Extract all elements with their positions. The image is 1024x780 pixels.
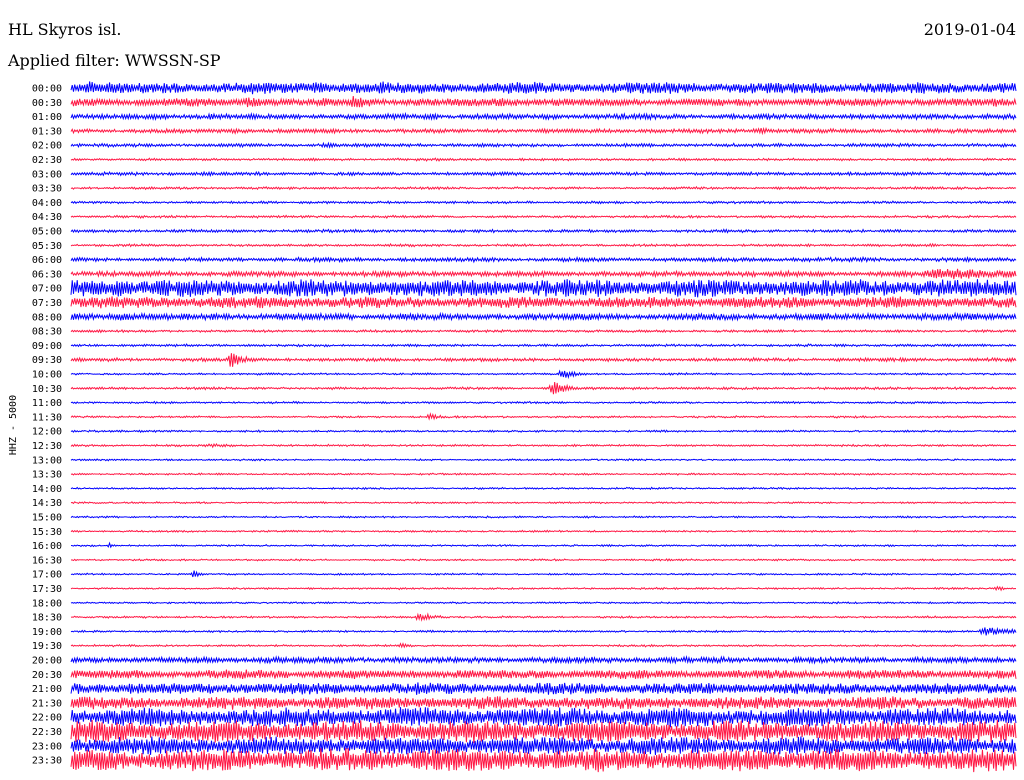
time-label: 17:00: [32, 570, 62, 581]
time-label: 09:30: [32, 355, 62, 366]
seismogram-trace: [70, 501, 1017, 505]
time-label: 18:30: [32, 613, 62, 624]
seismogram-trace: [70, 655, 1017, 665]
helicorder-plot: 00:00 00:30 01:00 01:30 02:00 02:30 03:00 03:30…: [8, 81, 1017, 773]
time-label: 11:30: [32, 412, 62, 423]
seismogram-trace: [70, 369, 1017, 380]
seismogram-trace: [70, 472, 1017, 476]
time-label: 13:00: [32, 455, 62, 466]
time-label: 14:00: [32, 484, 62, 495]
trace-group: [70, 81, 1017, 773]
seismogram-trace: [70, 682, 1017, 695]
time-label: 18:00: [32, 598, 62, 609]
time-label: 20:00: [32, 656, 62, 667]
time-label: 17:30: [32, 584, 62, 595]
seismogram-trace: [70, 541, 1017, 549]
seismogram-trace: [70, 170, 1017, 178]
seismogram-trace: [70, 111, 1017, 122]
seismogram-trace: [70, 515, 1017, 519]
time-label: 08:30: [32, 327, 62, 338]
time-label: 22:00: [32, 713, 62, 724]
seismogram-trace: [70, 228, 1017, 234]
seismogram-trace: [70, 141, 1017, 149]
time-label: 07:30: [32, 298, 62, 309]
time-label: 05:30: [32, 241, 62, 252]
time-label: 21:00: [32, 684, 62, 695]
time-label: 06:00: [32, 255, 62, 266]
time-label: 01:00: [32, 112, 62, 123]
seismogram-trace: [70, 382, 1017, 395]
time-label: 07:00: [32, 284, 62, 295]
time-label: 22:30: [32, 727, 62, 738]
channel-label: HHZ - 5000: [8, 395, 19, 455]
time-label: 01:30: [32, 126, 62, 137]
seismogram-trace: [70, 486, 1017, 491]
seismogram-trace: [70, 696, 1017, 710]
time-label: 13:30: [32, 470, 62, 481]
seismogram-trace: [70, 400, 1017, 405]
time-label-group: 00:00 00:30 01:00 01:30 02:00 02:30 03:00 03:30…: [32, 84, 62, 767]
seismogram-trace: [70, 200, 1017, 205]
time-label: 04:30: [32, 212, 62, 223]
time-label: 23:00: [32, 741, 62, 752]
time-label: 21:30: [32, 698, 62, 709]
seismogram-trace: [70, 157, 1017, 162]
seismogram-trace: [70, 255, 1017, 264]
seismogram-trace: [70, 343, 1017, 348]
time-label: 05:00: [32, 227, 62, 238]
time-label: 10:00: [32, 370, 62, 381]
time-label: 20:30: [32, 670, 62, 681]
time-label: 03:30: [32, 184, 62, 195]
seismogram-trace: [70, 429, 1017, 434]
time-label: 06:30: [32, 269, 62, 280]
seismogram-trace: [70, 296, 1017, 309]
seismogram-trace: [70, 185, 1017, 191]
seismogram-trace: [70, 600, 1017, 605]
seismogram-trace: [70, 626, 1017, 636]
time-label: 02:30: [32, 155, 62, 166]
time-label: 16:00: [32, 541, 62, 552]
time-label: 11:00: [32, 398, 62, 409]
seismogram-trace: [70, 279, 1017, 298]
time-label: 04:00: [32, 198, 62, 209]
seismogram-trace: [70, 268, 1017, 280]
seismogram-trace: [70, 311, 1017, 322]
seismogram-trace: [70, 96, 1017, 108]
seismogram-trace: [70, 458, 1017, 462]
seismogram-trace: [70, 126, 1017, 136]
seismogram-trace: [70, 442, 1017, 449]
seismogram-trace: [70, 529, 1017, 534]
seismogram-trace: [70, 558, 1017, 562]
time-label: 23:30: [32, 756, 62, 767]
time-label: 12:00: [32, 427, 62, 438]
seismogram-trace: [70, 412, 1017, 421]
time-label: 08:00: [32, 312, 62, 323]
time-label: 03:00: [32, 169, 62, 180]
seismogram-trace: [70, 669, 1017, 680]
time-label: 15:30: [32, 527, 62, 538]
time-label: 12:30: [32, 441, 62, 452]
time-label: 09:00: [32, 341, 62, 352]
time-label: 15:00: [32, 513, 62, 524]
seismogram-trace: [70, 242, 1017, 248]
seismogram-trace: [70, 214, 1017, 219]
time-label: 00:00: [32, 84, 62, 95]
seismogram-trace: [70, 642, 1017, 649]
seismogram-trace: [70, 707, 1017, 728]
time-label: 10:30: [32, 384, 62, 395]
time-label: 19:30: [32, 641, 62, 652]
seismogram-trace: [70, 585, 1017, 592]
seismogram-trace: [70, 328, 1017, 334]
time-label: 02:00: [32, 141, 62, 152]
time-label: 16:30: [32, 555, 62, 566]
seismogram-trace: [70, 353, 1017, 367]
seismogram-trace: [70, 81, 1017, 95]
seismogram-trace: [70, 570, 1017, 578]
time-label: 19:00: [32, 627, 62, 638]
time-label: 14:30: [32, 498, 62, 509]
seismogram-trace: [70, 612, 1017, 622]
time-label: 00:30: [32, 98, 62, 109]
